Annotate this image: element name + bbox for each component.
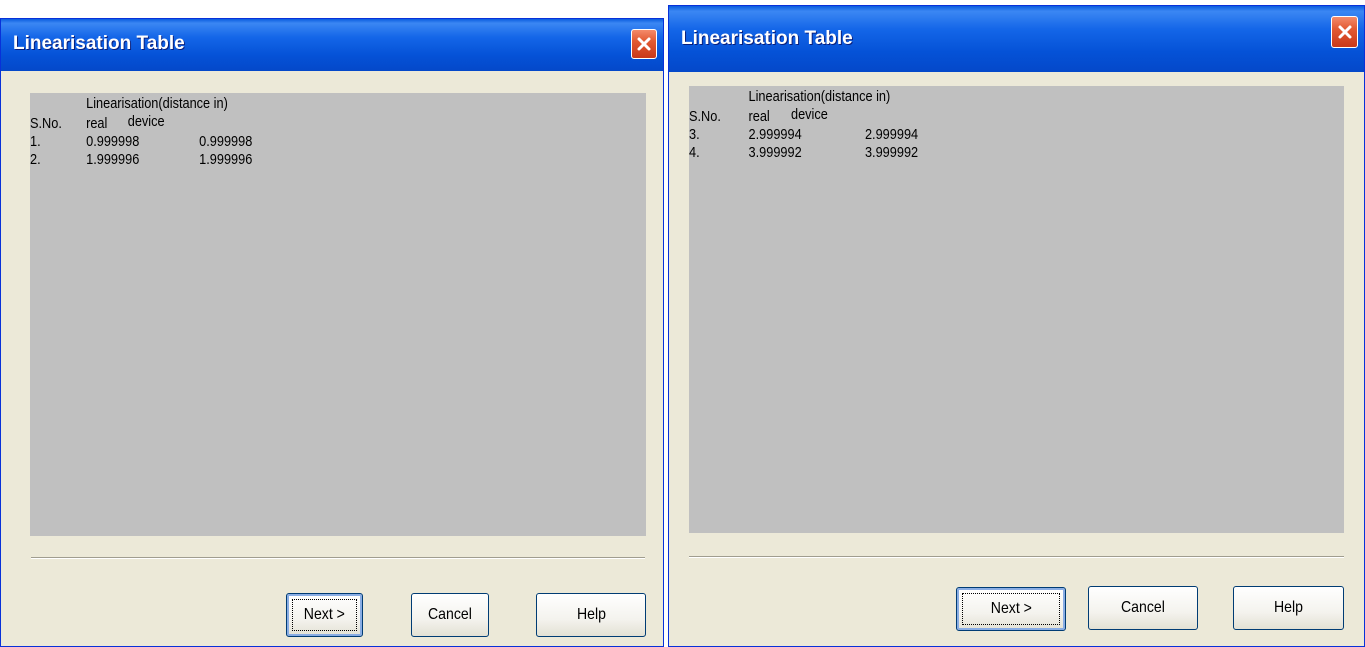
linearisation-dialog-2: Linearisation Table Linearisation(distan…	[668, 5, 1365, 647]
list-header: Linearisation(distance in)	[86, 95, 228, 112]
row-real: 0.999998	[86, 133, 140, 150]
help-button[interactable]: Help	[1233, 586, 1344, 630]
row-sno: 3.	[689, 126, 700, 143]
linearisation-list[interactable]: Linearisation(distance in) S.No. real de…	[30, 93, 646, 536]
column-sno: S.No.	[30, 115, 62, 132]
help-label: Help	[576, 606, 606, 623]
title-bar[interactable]: Linearisation Table	[669, 6, 1364, 72]
row-sno: 1.	[30, 133, 41, 150]
cancel-label: Cancel	[428, 606, 472, 623]
row-device: 3.999992	[864, 144, 919, 161]
next-button[interactable]: Next >	[286, 593, 363, 637]
help-label: Help	[1274, 599, 1303, 616]
row-real: 3.999992	[748, 144, 802, 161]
row-device: 2.999994	[864, 126, 919, 143]
help-button[interactable]: Help	[536, 593, 646, 637]
close-button[interactable]	[631, 29, 657, 59]
dialog-title: Linearisation Table	[13, 33, 185, 54]
row-device: 0.999998	[199, 133, 253, 150]
list-header: Linearisation(distance in)	[748, 88, 891, 105]
next-button[interactable]: Next >	[956, 587, 1066, 631]
close-icon	[637, 37, 651, 51]
linearisation-dialog-1: Linearisation Table Linearisation(distan…	[0, 18, 664, 647]
next-label: Next >	[303, 606, 346, 623]
column-real: real	[86, 115, 108, 132]
cancel-button[interactable]: Cancel	[411, 593, 489, 637]
dialog-title: Linearisation Table	[681, 28, 853, 49]
separator	[31, 557, 645, 559]
close-icon	[1338, 25, 1351, 39]
row-sno: 2.	[30, 151, 41, 168]
linearisation-list[interactable]: Linearisation(distance in) S.No. real de…	[689, 86, 1344, 533]
column-device: device	[127, 113, 165, 130]
column-device: device	[791, 106, 828, 123]
column-real: real	[748, 108, 770, 125]
column-sno: S.No.	[689, 108, 721, 125]
cancel-button[interactable]: Cancel	[1088, 586, 1198, 630]
row-real: 1.999996	[86, 151, 140, 168]
row-sno: 4.	[689, 144, 700, 161]
next-label: Next >	[990, 600, 1032, 617]
close-button[interactable]	[1331, 16, 1358, 48]
row-device: 1.999996	[199, 151, 253, 168]
row-real: 2.999994	[748, 126, 802, 143]
separator	[689, 556, 1344, 558]
cancel-label: Cancel	[1121, 599, 1165, 616]
title-bar[interactable]: Linearisation Table	[1, 19, 663, 71]
